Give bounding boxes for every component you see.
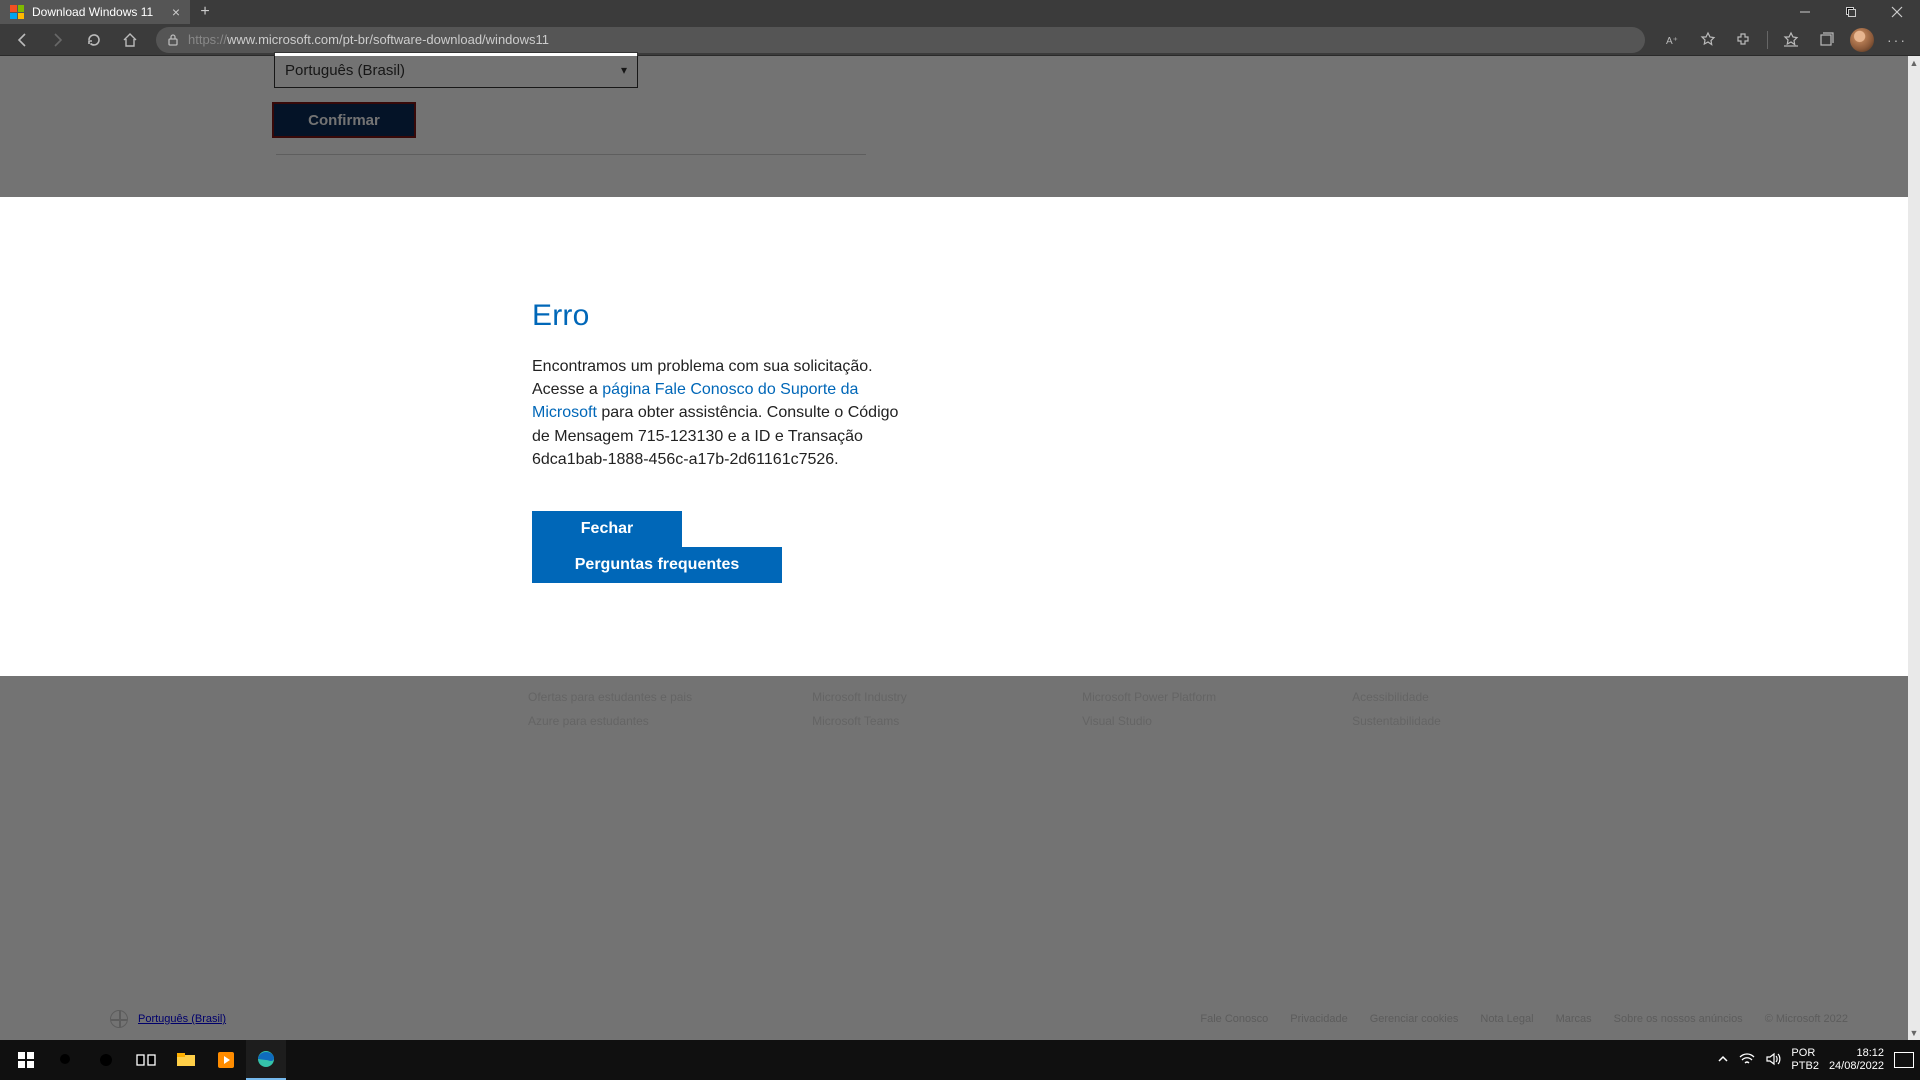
dimmed-page-bottom: Ofertas para estudantes e pais Azure par…	[0, 676, 1908, 1040]
footer-link[interactable]: Microsoft Power Platform	[1082, 690, 1232, 704]
footer-legal-link[interactable]: Sobre os nossos anúncios	[1614, 1013, 1743, 1025]
window-maximize-button[interactable]	[1828, 0, 1874, 24]
error-title: Erro	[532, 299, 912, 333]
close-button[interactable]: Fechar	[532, 511, 682, 547]
search-button[interactable]	[46, 1040, 86, 1080]
action-center-icon[interactable]	[1894, 1052, 1914, 1068]
footer-bar: Português (Brasil) Fale Conosco Privacid…	[110, 1010, 1848, 1028]
locale-link[interactable]: Português (Brasil)	[138, 1013, 226, 1025]
faq-button-label: Perguntas frequentes	[575, 556, 739, 574]
cortana-button[interactable]	[86, 1040, 126, 1080]
file-explorer-taskbar-icon[interactable]	[166, 1040, 206, 1080]
footer-link[interactable]: Sustentabilidade	[1352, 714, 1502, 728]
add-favorite-button[interactable]	[1691, 26, 1725, 54]
footer-link[interactable]: Microsoft Industry	[812, 690, 962, 704]
tab-title: Download Windows 11	[32, 5, 153, 19]
language-select-value: Português (Brasil)	[285, 62, 405, 79]
footer-columns: Ofertas para estudantes e pais Azure par…	[528, 690, 1848, 738]
tray-date: 24/08/2022	[1829, 1060, 1884, 1073]
system-tray: POR PTB2 18:12 24/08/2022	[1717, 1040, 1914, 1080]
faq-button[interactable]: Perguntas frequentes	[532, 547, 782, 583]
task-view-button[interactable]	[126, 1040, 166, 1080]
close-button-label: Fechar	[581, 520, 633, 538]
error-dialog: Erro Encontramos um problema com sua sol…	[532, 299, 912, 471]
section-divider	[276, 154, 866, 155]
footer-legal-link[interactable]: Fale Conosco	[1200, 1013, 1268, 1025]
nav-back-button[interactable]	[6, 26, 38, 54]
browser-tab[interactable]: Download Windows 11 ×	[0, 0, 190, 24]
footer-legal-link[interactable]: Nota Legal	[1480, 1013, 1533, 1025]
error-message: Encontramos um problema com sua solicita…	[532, 355, 912, 471]
tab-close-button[interactable]: ×	[172, 4, 180, 20]
footer-legal-links: Fale Conosco Privacidade Gerenciar cooki…	[1200, 1013, 1848, 1025]
footer-legal-link[interactable]: Gerenciar cookies	[1370, 1013, 1459, 1025]
footer-link[interactable]: Visual Studio	[1082, 714, 1232, 728]
ime-indicator[interactable]: POR PTB2	[1791, 1047, 1819, 1072]
globe-icon	[110, 1010, 128, 1028]
error-actions: Fechar Perguntas frequentes	[532, 511, 782, 583]
confirm-button[interactable]: Confirmar	[272, 102, 416, 138]
edge-taskbar-icon[interactable]	[246, 1040, 286, 1080]
page-viewport: Português (Brasil) Confirmar Erro Encont…	[0, 56, 1920, 1040]
address-url: https://www.microsoft.com/pt-br/software…	[188, 32, 549, 47]
toolbar-separator	[1767, 31, 1768, 49]
language-select[interactable]: Português (Brasil)	[274, 52, 638, 88]
nav-refresh-button[interactable]	[78, 26, 110, 54]
scroll-down-icon[interactable]: ▼	[1908, 1026, 1920, 1040]
window-titlebar: Download Windows 11 × +	[0, 0, 1920, 24]
extensions-button[interactable]	[1727, 26, 1761, 54]
nav-forward-button[interactable]	[42, 26, 74, 54]
ime-line1: POR	[1791, 1047, 1819, 1060]
footer-copyright[interactable]: © Microsoft 2022	[1765, 1013, 1848, 1025]
footer-legal-link[interactable]: Marcas	[1556, 1013, 1592, 1025]
confirm-button-label: Confirmar	[308, 112, 380, 129]
svg-text:A⁺: A⁺	[1666, 36, 1678, 47]
ime-line2: PTB2	[1791, 1060, 1819, 1073]
volume-icon[interactable]	[1765, 1052, 1781, 1069]
tray-clock[interactable]: 18:12 24/08/2022	[1829, 1047, 1884, 1072]
lock-icon	[166, 33, 180, 47]
wifi-icon[interactable]	[1739, 1052, 1755, 1069]
start-button[interactable]	[6, 1040, 46, 1080]
tray-time: 18:12	[1829, 1047, 1884, 1060]
address-bar[interactable]: https://www.microsoft.com/pt-br/software…	[156, 27, 1645, 53]
window-minimize-button[interactable]	[1782, 0, 1828, 24]
new-tab-button[interactable]: +	[190, 0, 220, 24]
dimmed-page-top: Português (Brasil) Confirmar	[0, 56, 1908, 197]
footer-link[interactable]: Acessibilidade	[1352, 690, 1502, 704]
page-scrollbar[interactable]: ▲ ▼	[1908, 56, 1920, 1040]
windows-taskbar: POR PTB2 18:12 24/08/2022	[0, 1040, 1920, 1080]
more-menu-button[interactable]: ···	[1880, 26, 1914, 54]
profile-avatar[interactable]	[1850, 28, 1874, 52]
tray-chevron-icon[interactable]	[1717, 1053, 1729, 1068]
media-player-taskbar-icon[interactable]	[206, 1040, 246, 1080]
footer-link[interactable]: Microsoft Teams	[812, 714, 962, 728]
microsoft-favicon-icon	[10, 5, 24, 19]
scroll-up-icon[interactable]: ▲	[1908, 56, 1920, 70]
nav-home-button[interactable]	[114, 26, 146, 54]
window-close-button[interactable]	[1874, 0, 1920, 24]
footer-link[interactable]: Azure para estudantes	[528, 714, 692, 728]
read-aloud-button[interactable]: A⁺	[1655, 26, 1689, 54]
footer-legal-link[interactable]: Privacidade	[1290, 1013, 1347, 1025]
favorites-button[interactable]	[1774, 26, 1808, 54]
collections-button[interactable]	[1810, 26, 1844, 54]
footer-link[interactable]: Ofertas para estudantes e pais	[528, 690, 692, 704]
